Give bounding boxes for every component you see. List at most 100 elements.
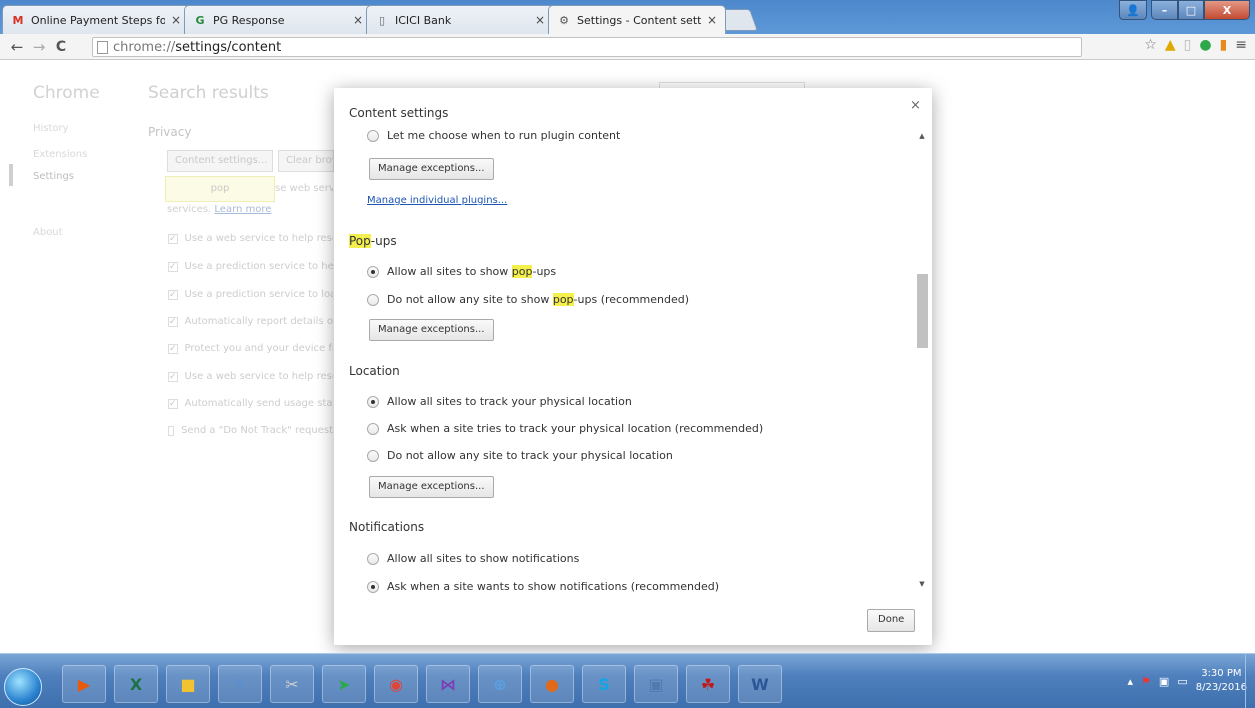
privacy-checkbox-row[interactable]: ✓ Use a prediction service to load bbox=[168, 289, 333, 300]
location-manage-exceptions-button[interactable]: Manage exceptions... bbox=[369, 476, 494, 498]
gmail-icon: M bbox=[12, 13, 24, 27]
radio-button[interactable] bbox=[367, 422, 379, 435]
scrollbar-thumb[interactable] bbox=[917, 274, 928, 348]
radio-notifications-ask[interactable]: Ask when a site wants to show notificati… bbox=[367, 580, 719, 593]
radio-popups-allow[interactable]: Allow all sites to show pop-ups bbox=[367, 265, 556, 278]
network-tray-icon[interactable]: ▭ bbox=[1177, 675, 1187, 688]
snipping-tool-icon[interactable]: ✂ bbox=[270, 665, 314, 703]
checkbox[interactable]: ✓ bbox=[168, 343, 178, 354]
radio-button[interactable] bbox=[367, 580, 379, 593]
radio-button[interactable] bbox=[367, 265, 379, 278]
menu-icon[interactable]: ≡ bbox=[1235, 37, 1247, 53]
dialog-scroll-area[interactable]: Let me choose when to run plugin content… bbox=[349, 126, 914, 596]
network-icon[interactable]: ▣ bbox=[634, 665, 678, 703]
done-button[interactable]: Done bbox=[867, 609, 916, 632]
tab-settings[interactable]: ⚙ Settings - Content setting × bbox=[548, 5, 726, 34]
privacy-checkbox-row[interactable]: ✓ Automatically report details of bbox=[168, 316, 333, 327]
tab-icici-bank[interactable]: ▯ ICICI Bank × bbox=[366, 5, 554, 34]
media-player-icon[interactable]: ▶ bbox=[62, 665, 106, 703]
checkbox[interactable]: ✓ bbox=[168, 233, 178, 244]
skype-icon[interactable]: S bbox=[582, 665, 626, 703]
privacy-checkbox-row[interactable]: Send a "Do Not Track" request bbox=[168, 425, 333, 436]
reload-icon[interactable]: C bbox=[50, 39, 72, 55]
manage-plugins-link[interactable]: Manage individual plugins... bbox=[367, 195, 507, 206]
radio-notifications-allow[interactable]: Allow all sites to show notifications bbox=[367, 552, 579, 565]
privacy-checkbox-row[interactable]: ✓ Automatically send usage stats bbox=[168, 398, 333, 409]
green-circle-extension-icon[interactable]: ● bbox=[1199, 37, 1211, 53]
checkbox-label: Send a "Do Not Track" request bbox=[181, 425, 333, 436]
sidebar-item-settings[interactable]: Settings bbox=[33, 171, 74, 182]
radio-location-block[interactable]: Do not allow any site to track your phys… bbox=[367, 449, 673, 462]
action-center-flag-icon[interactable]: ⚑ bbox=[1141, 675, 1151, 688]
checkbox[interactable]: ✓ bbox=[168, 316, 178, 327]
minimize-button[interactable]: – bbox=[1151, 0, 1178, 20]
tab-pg-response[interactable]: G PG Response × bbox=[184, 5, 372, 34]
scroll-down-icon[interactable]: ▼ bbox=[915, 580, 929, 592]
system-clock[interactable]: 3:30 PM 8/23/2016 bbox=[1196, 667, 1247, 695]
excel-icon[interactable]: X bbox=[114, 665, 158, 703]
user-icon[interactable]: 👤 bbox=[1119, 0, 1147, 20]
checkbox[interactable]: ✓ bbox=[168, 398, 178, 409]
chrome-icon[interactable]: ◉ bbox=[374, 665, 418, 703]
start-button[interactable] bbox=[4, 668, 42, 706]
warning-extension-icon[interactable]: ▲ bbox=[1165, 37, 1176, 53]
close-window-button[interactable]: X bbox=[1204, 0, 1250, 20]
firefox-icon[interactable]: ● bbox=[530, 665, 574, 703]
checkbox[interactable]: ✓ bbox=[168, 289, 178, 300]
privacy-checkbox-row[interactable]: ✓ Use a web service to help reso bbox=[168, 233, 333, 244]
privacy-checkbox-row[interactable]: ✓ Protect you and your device fro bbox=[168, 343, 333, 354]
visual-studio-icon[interactable]: ⋈ bbox=[426, 665, 470, 703]
dialog-scrollbar[interactable]: ▲ ▼ bbox=[915, 126, 929, 596]
close-icon[interactable]: × bbox=[353, 13, 363, 27]
label-part: -ups (recommended) bbox=[573, 293, 690, 306]
radio-plugins-choose[interactable]: Let me choose when to run plugin content bbox=[367, 129, 620, 142]
sidebar-item-extensions[interactable]: Extensions bbox=[33, 149, 87, 160]
sidebar-item-about[interactable]: About bbox=[33, 227, 63, 238]
acrobat-icon[interactable]: ☘ bbox=[686, 665, 730, 703]
plugins-manage-exceptions-button[interactable]: Manage exceptions... bbox=[369, 158, 494, 180]
radio-button[interactable] bbox=[367, 395, 379, 408]
tab-online-payment[interactable]: M Online Payment Steps for × bbox=[2, 5, 190, 34]
close-icon[interactable]: × bbox=[535, 13, 545, 27]
device-icon[interactable]: ▣ bbox=[1159, 675, 1169, 688]
windows-explorer-icon[interactable]: ■ bbox=[166, 665, 210, 703]
star-icon[interactable]: ☆ bbox=[1144, 37, 1157, 53]
notepad-icon[interactable]: ✎ bbox=[218, 665, 262, 703]
back-icon[interactable]: ← bbox=[6, 38, 28, 56]
privacy-checkbox-row[interactable]: ✓ Use a prediction service to help bbox=[168, 261, 333, 272]
privacy-checkbox-row[interactable]: ✓ Use a web service to help reso bbox=[168, 371, 333, 382]
learn-more-link[interactable]: Learn more bbox=[214, 204, 271, 215]
close-icon[interactable]: × bbox=[707, 13, 717, 27]
document-extension-icon[interactable]: ▯ bbox=[1184, 37, 1192, 53]
scroll-up-icon[interactable]: ▲ bbox=[915, 132, 929, 144]
forward-icon[interactable]: → bbox=[28, 38, 50, 56]
word-icon[interactable]: W bbox=[738, 665, 782, 703]
chart-extension-icon[interactable]: ▮ bbox=[1220, 37, 1228, 53]
checkbox[interactable]: ✓ bbox=[168, 371, 178, 382]
popups-manage-exceptions-button[interactable]: Manage exceptions... bbox=[369, 319, 494, 341]
tray-expand-icon[interactable]: ▴ bbox=[1128, 675, 1134, 688]
label-part: -ups bbox=[532, 265, 557, 278]
sidebar-title: Chrome bbox=[33, 83, 100, 103]
content-settings-button[interactable]: Content settings... bbox=[167, 150, 273, 172]
show-desktop-button[interactable] bbox=[1245, 654, 1255, 708]
windows-taskbar: ▶ X ■ ✎ ✂ ➤ ◉ ⋈ ⊕ ● S ▣ ☘ W ▴ ⚑ ▣ ▭ 3:30 PM 8/23/2016 bbox=[0, 653, 1255, 708]
sidebar-item-history[interactable]: History bbox=[33, 123, 69, 134]
radio-button[interactable] bbox=[367, 552, 379, 565]
radio-location-ask[interactable]: Ask when a site tries to track your phys… bbox=[367, 422, 763, 435]
clear-browsing-button[interactable]: Clear brow bbox=[278, 150, 334, 172]
radio-popups-block[interactable]: Do not allow any site to show pop-ups (r… bbox=[367, 293, 689, 306]
checkbox[interactable] bbox=[168, 425, 175, 436]
maximize-button[interactable]: □ bbox=[1178, 0, 1204, 20]
arrow-app-icon[interactable]: ➤ bbox=[322, 665, 366, 703]
checkbox[interactable]: ✓ bbox=[168, 261, 178, 272]
radio-label: Do not allow any site to track your phys… bbox=[387, 449, 673, 462]
radio-location-allow[interactable]: Allow all sites to track your physical l… bbox=[367, 395, 632, 408]
safari-icon[interactable]: ⊕ bbox=[478, 665, 522, 703]
close-icon[interactable]: × bbox=[171, 13, 181, 27]
radio-button[interactable] bbox=[367, 293, 379, 306]
radio-button[interactable] bbox=[367, 449, 379, 462]
close-icon[interactable]: × bbox=[910, 98, 921, 113]
radio-button[interactable] bbox=[367, 129, 379, 142]
address-bar[interactable]: chrome:// settings/content bbox=[92, 37, 1082, 57]
